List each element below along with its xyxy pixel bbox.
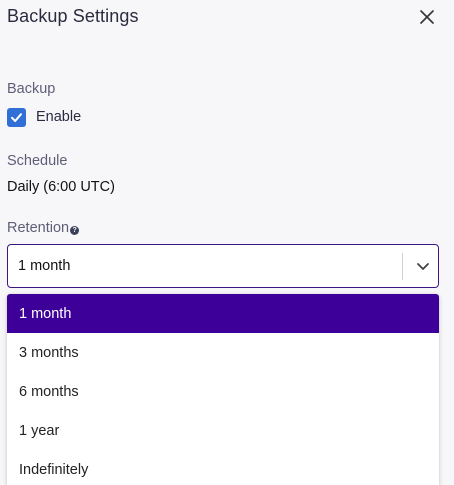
retention-dropdown-menu: 1 month 3 months 6 months 1 year Indefin… — [7, 294, 439, 485]
question-circle-icon[interactable]: ? — [70, 226, 80, 235]
page-title: Backup Settings — [7, 6, 139, 26]
checkmark-icon — [11, 112, 22, 122]
retention-option-1-year[interactable]: 1 year — [7, 411, 439, 450]
dropdown-toggle[interactable] — [410, 253, 436, 280]
retention-option-1-month[interactable]: 1 month — [7, 294, 439, 333]
retention-label-group: Retention ? — [7, 220, 80, 236]
close-button[interactable] — [414, 4, 440, 30]
enable-backup-checkbox-row[interactable]: Enable — [7, 106, 81, 128]
retention-option-3-months[interactable]: 3 months — [7, 333, 439, 372]
select-divider — [402, 253, 403, 280]
retention-label: Retention — [7, 220, 70, 236]
schedule-value: Daily (6:00 UTC) — [7, 179, 115, 195]
retention-option-6-months[interactable]: 6 months — [7, 372, 439, 411]
backup-label: Backup — [7, 81, 56, 97]
backup-settings-panel: Backup Settings Backup Enable Schedule D… — [0, 0, 454, 485]
panel-header: Backup Settings — [0, 0, 454, 36]
schedule-label: Schedule — [7, 153, 68, 169]
retention-select[interactable]: 1 month — [7, 244, 439, 288]
enable-backup-checkbox[interactable] — [7, 107, 26, 127]
retention-selected-value: 1 month — [18, 258, 71, 274]
retention-option-indefinitely[interactable]: Indefinitely — [7, 450, 439, 485]
enable-label[interactable]: Enable — [36, 109, 81, 125]
close-icon — [420, 10, 434, 24]
chevron-down-icon — [417, 263, 429, 270]
